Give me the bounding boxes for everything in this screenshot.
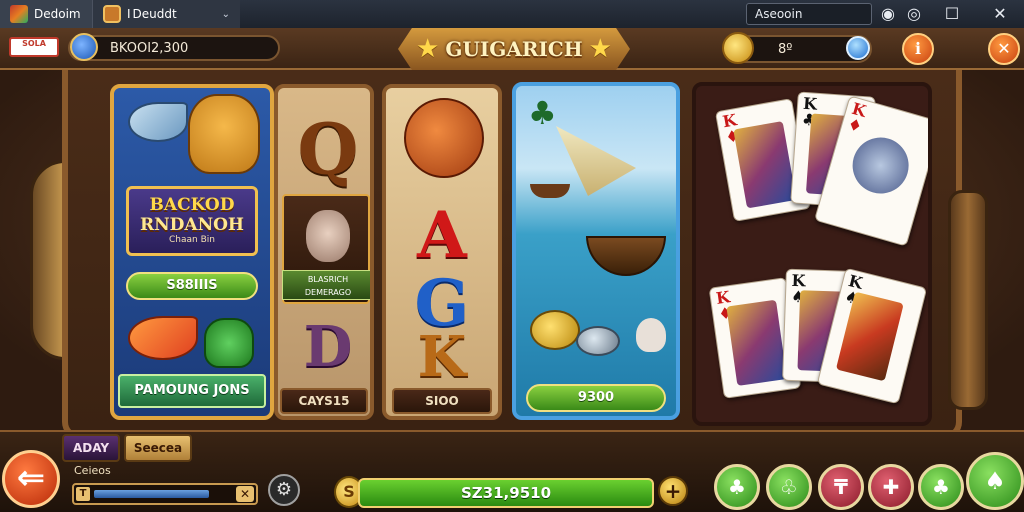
- auto-action-button[interactable]: ♣: [918, 464, 964, 510]
- tab-aday[interactable]: ADAY: [62, 434, 120, 462]
- flag-badge: SOLA: [9, 37, 59, 57]
- gem-icon[interactable]: [846, 36, 870, 60]
- letter-d-symbol: D: [303, 314, 353, 380]
- feature-title-line1: BACKOD: [149, 195, 235, 215]
- gift-icon: ✚: [882, 475, 900, 499]
- window-chrome: Dedoim I Deuddt ⌄ Aseooin ◉ ◎ ☐ ✕: [0, 0, 1024, 28]
- game-icon: [103, 5, 121, 23]
- app-icon: [10, 5, 28, 23]
- twin-heads-symbol: [404, 98, 484, 178]
- money-bag-symbol: [204, 318, 254, 368]
- feature-subtitle: Chaan Bin: [169, 235, 215, 245]
- leaf-icon: ♣: [932, 475, 950, 499]
- game-title-banner: ★ GUIGARICH ★: [398, 28, 630, 70]
- reel-4-prize-button[interactable]: 9300: [526, 384, 666, 412]
- tree-icon: ♣: [728, 475, 746, 499]
- info-button[interactable]: ℹ: [902, 33, 934, 65]
- pirate-portrait-symbol: BLASRICH DEMERAGO: [282, 194, 370, 304]
- star-icon: ★: [416, 34, 440, 64]
- fish-symbol: [128, 102, 188, 142]
- reel-2-plate: CAYS15: [280, 388, 368, 414]
- back-button[interactable]: ⇐: [2, 450, 60, 508]
- feature-title-line2: RNDANOH: [139, 215, 244, 235]
- add-bet-button[interactable]: +: [658, 476, 688, 506]
- reel-3[interactable]: A G K SIOO: [382, 84, 502, 420]
- gift-action-button[interactable]: ✚: [868, 464, 914, 510]
- jackpot-banner: PAMOUNG JONS: [118, 374, 266, 408]
- play-action-button[interactable]: ♠: [966, 452, 1024, 510]
- search-input[interactable]: Aseooin: [746, 3, 872, 25]
- portrait-label-line1: BLASRICH: [307, 275, 349, 284]
- reel-1[interactable]: BACKOD RNDANOH Chaan Bin S88IIIS PAMOUNG…: [110, 84, 274, 420]
- bet-action-button[interactable]: ₸: [818, 464, 864, 510]
- reel-2[interactable]: Q BLASRICH DEMERAGO D CAYS15: [274, 84, 374, 420]
- small-boat-icon: [530, 184, 570, 198]
- ship-icon: [586, 236, 666, 276]
- cat-symbol: [188, 94, 260, 174]
- card-rank: K ♦: [845, 98, 869, 137]
- card-art: [845, 130, 916, 201]
- top-hud: SOLA BKOOI2,300 ★ GUIGARICH ★ 8º ℹ ✕: [0, 28, 1024, 70]
- slider-max-icon[interactable]: ✕: [236, 486, 254, 502]
- bet-slider[interactable]: T ✕: [72, 483, 258, 505]
- t-icon: ₸: [834, 475, 848, 499]
- portrait-label: BLASRICH DEMERAGO: [282, 270, 370, 300]
- chevron-down-icon[interactable]: ⌄: [222, 9, 230, 20]
- maximize-icon[interactable]: ☐: [940, 2, 964, 26]
- card-art: [733, 121, 797, 209]
- tree-icon: ♠: [984, 467, 1006, 495]
- bonus-action-button[interactable]: ♣: [714, 464, 760, 510]
- globe-icon: [70, 33, 98, 61]
- game-board: BACKOD RNDANOH Chaan Bin S88IIIS PAMOUNG…: [0, 70, 1024, 442]
- feature-button[interactable]: S88IIIS: [126, 272, 258, 300]
- tab-label: Deuddt: [132, 7, 177, 21]
- tab-label: Dedoim: [34, 7, 81, 21]
- reel-3-plate: SIOO: [392, 388, 492, 414]
- close-icon[interactable]: ✕: [988, 2, 1012, 26]
- game-title: GUIGARICH: [445, 37, 583, 61]
- letter-a-symbol: A: [417, 198, 467, 273]
- spin-action-button[interactable]: ♧: [766, 464, 812, 510]
- balance-display: BKOOI2,300: [68, 35, 280, 61]
- portrait-label-line2: DEMERAGO: [304, 288, 352, 297]
- tab-dedoim[interactable]: Dedoim: [0, 0, 92, 28]
- close-game-button[interactable]: ✕: [988, 33, 1020, 65]
- slider-label: Ceieos: [74, 464, 111, 477]
- tab-deuddt[interactable]: I Deuddt ⌄: [92, 0, 240, 28]
- orange-fish-symbol: [128, 316, 198, 360]
- gold-coins-icon: [530, 310, 580, 350]
- bottom-bar: ADAY Seecea ⇐ Ceieos T ✕ ⚙ S SZ31,9510 +…: [0, 430, 1024, 512]
- seal-icon: [636, 318, 666, 352]
- eye-icon[interactable]: ◎: [902, 2, 926, 26]
- tab-seecea[interactable]: Seecea: [124, 434, 192, 462]
- star-icon: ★: [588, 34, 612, 64]
- coin-icon: [722, 32, 754, 64]
- win-amount-display: SZ31,9510: [358, 478, 654, 508]
- feature-title-card: BACKOD RNDANOH Chaan Bin: [126, 186, 258, 256]
- record-icon[interactable]: ◉: [876, 2, 900, 26]
- slider-min-icon[interactable]: T: [76, 487, 90, 501]
- palm-tree-icon: ♣: [528, 94, 557, 132]
- reel-5[interactable]: K ♦ K ♣ K ♦ K ♦ K ♠ K ♠: [692, 82, 932, 426]
- right-totem-ornament: [948, 190, 988, 410]
- reel-4[interactable]: ♣ 9300: [512, 82, 680, 420]
- card-art: [726, 299, 788, 386]
- clover-icon: ♧: [780, 475, 798, 499]
- silver-coins-icon: [576, 326, 620, 356]
- letter-q-symbol: Q: [297, 108, 359, 191]
- slider-fill: [94, 490, 209, 498]
- gear-icon[interactable]: ⚙: [268, 474, 300, 506]
- letter-k-symbol: K: [417, 324, 467, 390]
- tab-prefix: I: [127, 7, 131, 21]
- pirate-face-icon: [306, 210, 350, 262]
